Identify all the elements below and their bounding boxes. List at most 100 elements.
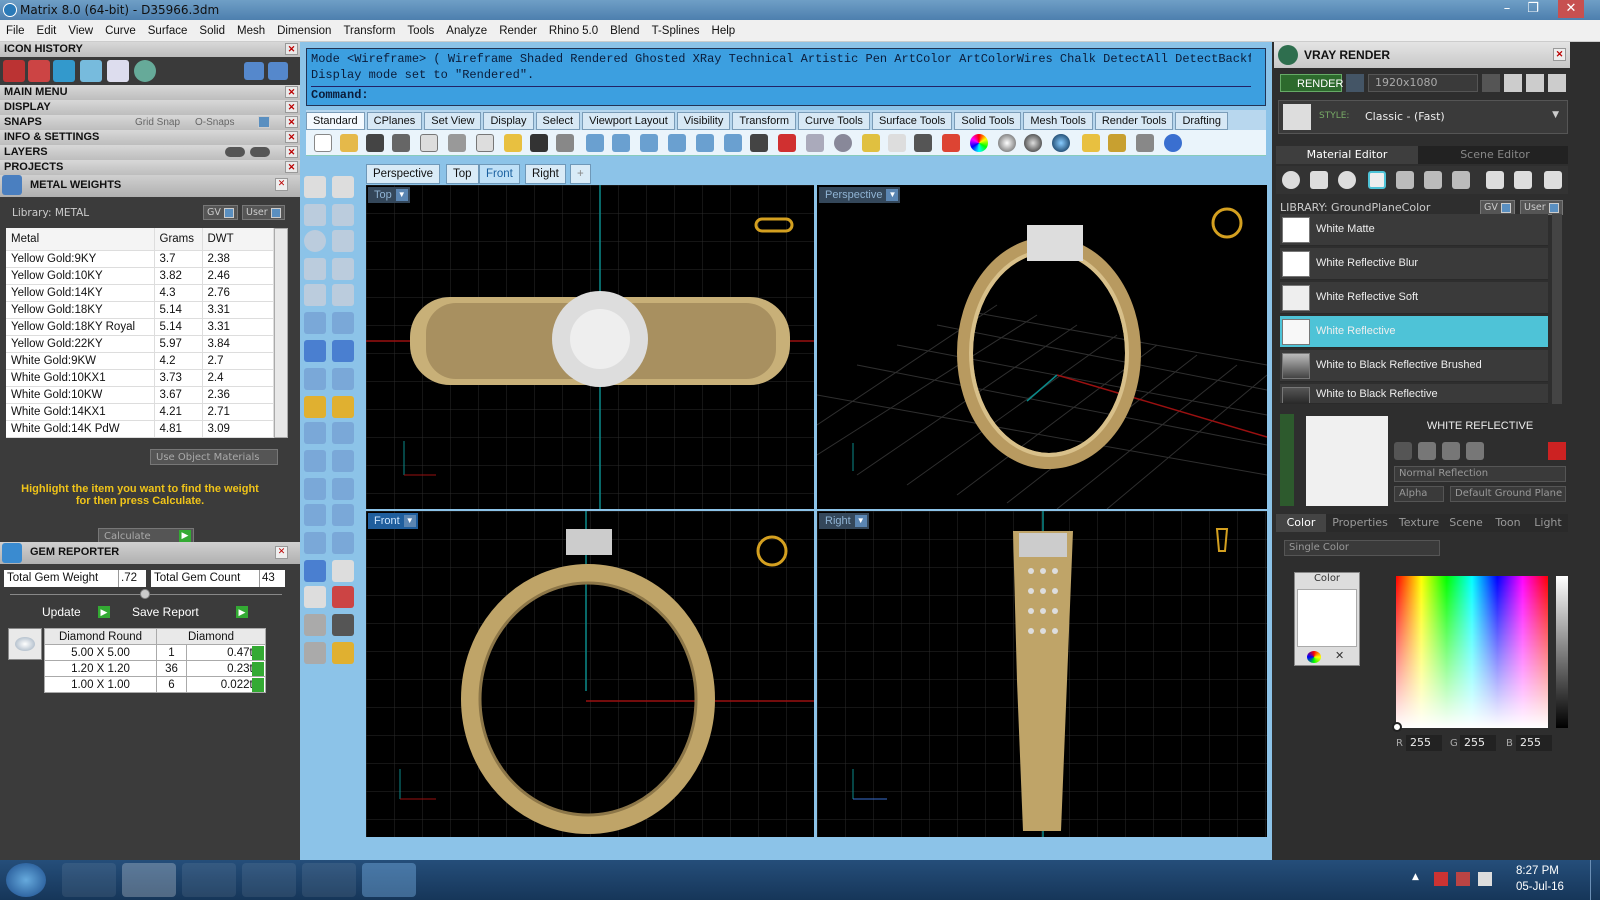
menu-help[interactable]: Help — [712, 25, 736, 37]
tab-transform[interactable]: Transform — [732, 112, 797, 130]
close-icon[interactable]: ✕ — [285, 86, 298, 98]
copy-icon[interactable] — [476, 134, 494, 152]
mesh-icon[interactable] — [304, 642, 326, 664]
metal-table-scrollbar[interactable] — [274, 228, 288, 438]
start-button[interactable] — [6, 863, 46, 897]
tab-right[interactable]: Right — [525, 164, 566, 184]
tab-curve-tools[interactable]: Curve Tools — [798, 112, 870, 130]
dropdown-arrow-icon[interactable]: ▼ — [854, 515, 867, 527]
gem-material-icon[interactable] — [1310, 171, 1328, 189]
tab-render-tools[interactable]: Render Tools — [1094, 112, 1174, 130]
list-icon[interactable] — [1526, 74, 1544, 92]
current-color[interactable] — [1297, 589, 1357, 647]
close-icon[interactable]: ✕ — [1553, 48, 1566, 61]
info-settings-header[interactable]: INFO & SETTINGS ✕ — [0, 130, 300, 145]
icon-history-header[interactable]: ICON HISTORY ✕ — [0, 42, 300, 57]
globe-icon[interactable] — [134, 60, 156, 82]
export-material-icon[interactable] — [1466, 442, 1484, 460]
drop-icon[interactable] — [1282, 171, 1300, 189]
table-row[interactable]: Yellow Gold:18KY 5.14 3.31 — [6, 301, 274, 319]
network-icon[interactable] — [1456, 872, 1470, 886]
polar-array-icon[interactable] — [304, 586, 326, 608]
color-mode-select[interactable]: Single Color — [1284, 540, 1440, 556]
save-material-icon[interactable] — [1418, 442, 1436, 460]
list-item-selected[interactable]: White Reflective — [1280, 316, 1548, 348]
viewport-perspective-label[interactable]: Perspective ▼ — [819, 187, 901, 203]
explode-icon[interactable] — [304, 396, 326, 418]
tab-viewport-layout[interactable]: Viewport Layout — [582, 112, 675, 130]
color-wheel-icon[interactable] — [970, 134, 988, 152]
scale-icon[interactable] — [332, 504, 354, 526]
tab-standard[interactable]: Standard — [306, 112, 365, 130]
menu-analyze[interactable]: Analyze — [446, 25, 487, 37]
select-icon[interactable] — [862, 134, 880, 152]
file-explorer-icon[interactable] — [122, 863, 176, 897]
close-icon[interactable]: ✕ — [285, 101, 298, 113]
internet-explorer-icon[interactable] — [62, 863, 116, 897]
media-player-icon[interactable] — [182, 863, 236, 897]
select-gem-icon[interactable] — [252, 662, 264, 676]
add-material-icon[interactable] — [1486, 171, 1504, 189]
color-picker-spectrum[interactable] — [1396, 576, 1548, 728]
table-row[interactable]: White Gold:10KW 3.67 2.36 — [6, 386, 274, 404]
loft-icon[interactable] — [332, 312, 354, 334]
frame-icon[interactable] — [1504, 74, 1522, 92]
close-icon[interactable]: ✕ — [285, 43, 298, 55]
back-arrow-icon[interactable] — [244, 62, 264, 80]
table-row[interactable]: 5.00 X 5.00 1 0.47tw — [44, 644, 266, 661]
render-icon[interactable] — [332, 642, 354, 664]
rendered-sphere-icon[interactable] — [1024, 134, 1042, 152]
brightness-slider[interactable] — [1556, 576, 1568, 728]
layer-icon[interactable] — [942, 134, 960, 152]
menu-file[interactable]: File — [6, 25, 25, 37]
save-report-button[interactable]: Save Report ▶ — [130, 604, 250, 620]
calculator-icon[interactable] — [302, 863, 356, 897]
rectangle-icon[interactable] — [332, 258, 354, 280]
clock-time[interactable]: 8:27 PM — [1516, 865, 1559, 877]
undo-icon[interactable] — [530, 134, 548, 152]
add-viewport-tab[interactable]: + — [570, 164, 591, 184]
clock-date[interactable]: 05-Jul-16 — [1516, 881, 1564, 893]
viewport-top[interactable]: Top ▼ — [366, 185, 814, 509]
history-tool-icon[interactable] — [80, 60, 102, 82]
dimension-icon[interactable] — [1136, 134, 1154, 152]
tab-scene-editor[interactable]: Scene Editor — [1422, 146, 1568, 164]
layer-eye-icon[interactable] — [250, 147, 270, 157]
list-item[interactable]: White to Black Reflective Brushed — [1280, 350, 1548, 382]
snapshot-icon[interactable] — [806, 134, 824, 152]
settings-gear-icon[interactable] — [1108, 134, 1126, 152]
maximize-button[interactable]: ❐ — [1520, 0, 1546, 18]
history-tool-icon[interactable] — [28, 60, 50, 82]
import-material-icon[interactable] — [1442, 442, 1460, 460]
reflection-select[interactable]: Normal Reflection — [1394, 466, 1566, 482]
list-item[interactable]: White to Black Reflective — [1280, 384, 1548, 404]
circle-icon[interactable] — [304, 230, 326, 252]
resolution-select[interactable]: 1920x1080 — [1368, 74, 1478, 92]
car-icon[interactable] — [778, 134, 796, 152]
fillet-icon[interactable] — [332, 284, 354, 306]
offset-icon[interactable] — [332, 478, 354, 500]
grid-array-icon[interactable] — [332, 560, 354, 582]
tab-front[interactable]: Front — [479, 164, 520, 184]
viewport-front-label[interactable]: Front ▼ — [368, 513, 418, 529]
viewport-top-label[interactable]: Top ▼ — [368, 187, 410, 203]
main-menu-header[interactable]: MAIN MENU ✕ — [0, 85, 300, 100]
tab-scene[interactable]: Scene — [1446, 514, 1486, 532]
dropdown-arrow-icon[interactable]: ▼ — [395, 189, 408, 201]
splitter-handle[interactable] — [140, 589, 150, 599]
close-icon[interactable]: ✕ — [275, 546, 288, 559]
tab-drafting[interactable]: Drafting — [1175, 112, 1228, 130]
tab-perspective[interactable]: Perspective — [366, 164, 441, 184]
extrude-icon[interactable] — [332, 368, 354, 390]
list-item[interactable]: White Reflective Blur — [1280, 248, 1548, 280]
flag-icon[interactable] — [1434, 872, 1448, 886]
close-icon[interactable]: ✕ — [285, 146, 298, 158]
tab-visibility[interactable]: Visibility — [676, 112, 731, 130]
show-desktop-button[interactable] — [1590, 860, 1600, 900]
copy-material-icon[interactable] — [1394, 442, 1412, 460]
point-icon[interactable] — [332, 176, 354, 198]
close-icon[interactable]: ✕ — [285, 131, 298, 143]
open-icon[interactable] — [340, 134, 358, 152]
menu-mesh[interactable]: Mesh — [237, 25, 265, 37]
pan-hand-icon[interactable] — [556, 134, 574, 152]
